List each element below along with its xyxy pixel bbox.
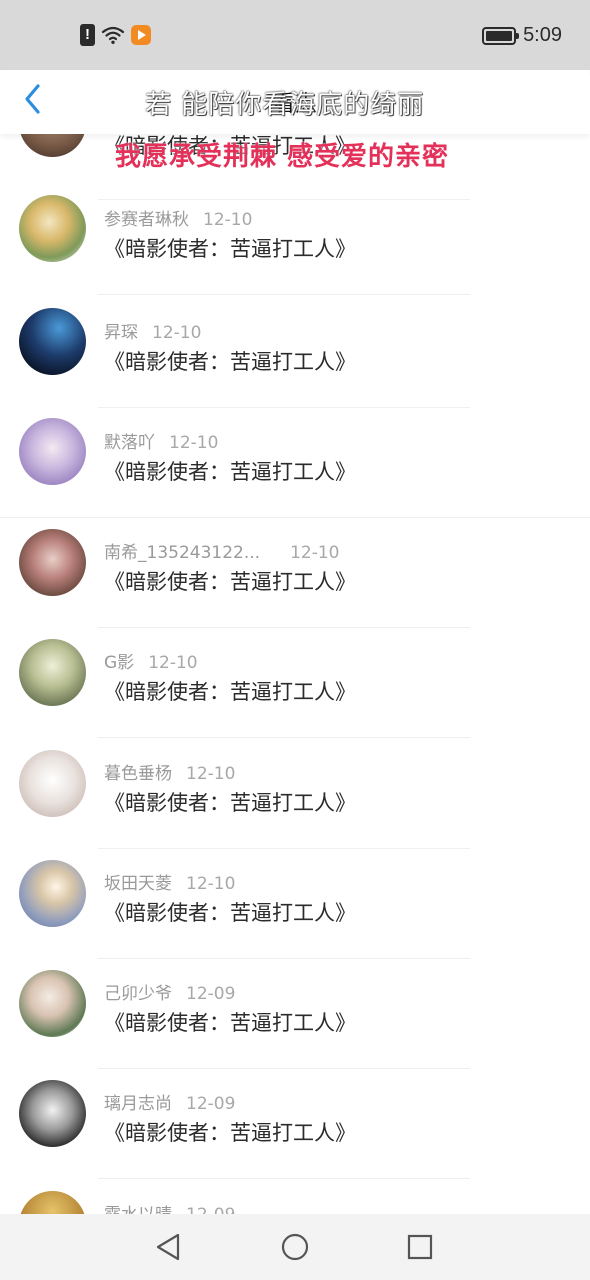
comment-date: 12-10	[290, 543, 340, 563]
comment-meta: 己卯少爷 12-09	[104, 979, 235, 1004]
system-nav-bar	[0, 1214, 590, 1280]
comment-meta: 昇琛 12-10	[104, 318, 201, 343]
list-item[interactable]: 参赛者琳秋 12-10 《暗影使者：苦逼打工人》	[0, 185, 590, 295]
divider	[98, 737, 470, 738]
alert-icon: !	[80, 24, 95, 46]
comment-text: 《暗影使者：苦逼打工人》	[104, 791, 356, 815]
comment-text: 《暗影使者：苦逼打工人》	[104, 680, 356, 704]
comment-date: 12-10	[186, 764, 236, 784]
comment-date: 12-10	[203, 210, 253, 230]
list-item[interactable]: G影 12-10 《暗影使者：苦逼打工人》	[0, 628, 590, 738]
clock: 5:09	[523, 24, 562, 46]
comment-text: 《暗影使者：苦逼打工人》	[104, 460, 356, 484]
comment-date: 12-10	[169, 433, 219, 453]
lyric-overlay-line-1: 若 能陪你看海底的绮丽	[145, 90, 425, 120]
comment-meta: 璃月志尚 12-09	[104, 1089, 235, 1114]
avatar[interactable]	[19, 195, 86, 262]
username[interactable]: 暮色垂杨	[104, 764, 172, 784]
list-item[interactable]: 暮色垂杨 12-10 《暗影使者：苦逼打工人》	[0, 739, 590, 849]
username[interactable]: 璃月志尚	[104, 1094, 172, 1114]
divider	[98, 294, 470, 295]
avatar[interactable]	[19, 529, 86, 596]
list-item[interactable]: 南希_135243122... 12-10 《暗影使者：苦逼打工人》	[0, 518, 590, 628]
avatar[interactable]	[19, 639, 86, 706]
comment-meta: 坂田天菱 12-10	[104, 869, 235, 894]
comment-text: 《暗影使者：苦逼打工人》	[104, 901, 356, 925]
list-item[interactable]: 璃月志尚 12-09 《暗影使者：苦逼打工人》	[0, 1069, 590, 1179]
back-triangle-icon[interactable]	[152, 1230, 186, 1264]
comment-meta: 暮色垂杨 12-10	[104, 759, 235, 784]
username[interactable]: 参赛者琳秋	[104, 210, 189, 230]
avatar[interactable]	[19, 1080, 86, 1147]
battery-icon	[482, 26, 520, 45]
comment-text: 《暗影使者：苦逼打工人》	[104, 237, 356, 261]
username[interactable]: 默落吖	[104, 433, 155, 453]
app-notification-icon	[131, 25, 151, 45]
comment-meta: 参赛者琳秋 12-10	[104, 205, 252, 230]
username[interactable]: G影	[104, 653, 134, 673]
lyric-overlay-line-2: 我愿承受荆棘 感受爱的亲密	[115, 142, 450, 172]
recents-square-icon[interactable]	[403, 1230, 437, 1264]
comment-date: 12-10	[186, 874, 236, 894]
username[interactable]: 昇琛	[104, 323, 138, 343]
comment-text: 《暗影使者：苦逼打工人》	[104, 1121, 356, 1145]
avatar[interactable]	[19, 418, 86, 485]
comment-meta: 默落吖 12-10	[104, 428, 218, 453]
list-item[interactable]: 昇琛 12-10 《暗影使者：苦逼打工人》	[0, 298, 590, 408]
comment-date: 12-09	[186, 1094, 236, 1114]
list-item[interactable]: 坂田天菱 12-10 《暗影使者：苦逼打工人》	[0, 849, 590, 959]
username[interactable]: 坂田天菱	[104, 874, 172, 894]
wifi-icon	[101, 26, 125, 44]
avatar[interactable]	[19, 750, 86, 817]
status-bar: ! 5:09	[0, 0, 590, 70]
home-circle-icon[interactable]	[278, 1230, 312, 1264]
comment-text: 《暗影使者：苦逼打工人》	[104, 570, 356, 594]
username[interactable]: 己卯少爷	[104, 984, 172, 1004]
avatar[interactable]	[19, 308, 86, 375]
list-item[interactable]: 己卯少爷 12-09 《暗影使者：苦逼打工人》	[0, 959, 590, 1069]
divider	[98, 1178, 470, 1179]
top-header: 看点 若 能陪你看海底的绮丽	[0, 62, 590, 134]
comment-text: 《暗影使者：苦逼打工人》	[104, 350, 356, 374]
username[interactable]: 南希_135243122...	[104, 543, 260, 563]
comment-text: 《暗影使者：苦逼打工人》	[104, 1011, 356, 1035]
comment-date: 12-10	[152, 323, 202, 343]
avatar[interactable]	[19, 970, 86, 1037]
list-item[interactable]: 默落吖 12-10 《暗影使者：苦逼打工人》	[0, 408, 590, 518]
comment-date: 12-09	[186, 984, 236, 1004]
comment-date: 12-10	[148, 653, 198, 673]
avatar[interactable]	[19, 860, 86, 927]
comment-meta: 南希_135243122... 12-10	[104, 538, 339, 563]
comment-meta: G影 12-10	[104, 648, 198, 673]
